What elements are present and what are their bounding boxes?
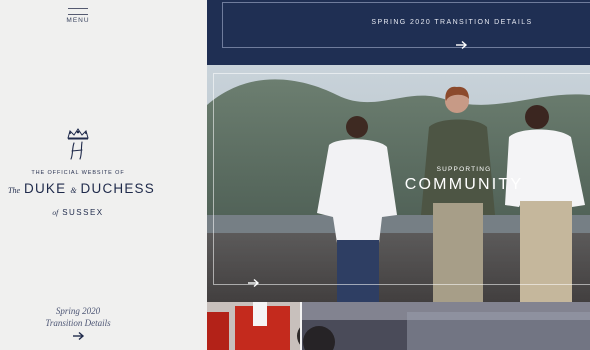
- strip-photos: [207, 302, 590, 350]
- subtitle-sussex: SUSSEX: [62, 208, 104, 217]
- official-website-line: THE OFFICIAL WEBSITE OF: [31, 170, 125, 176]
- arrow-right-icon[interactable]: [245, 278, 261, 288]
- title-duchess: DUCHESS: [80, 181, 155, 196]
- hero-subtitle: SUPPORTING: [436, 166, 492, 173]
- community-hero[interactable]: SUPPORTING COMMUNITY: [207, 65, 590, 302]
- title-prefix: The: [8, 186, 20, 195]
- sidebar: MENU THE OFFICIAL WEBSITE OF The DUKE & …: [0, 0, 208, 350]
- hero-title[interactable]: COMMUNITY: [389, 176, 539, 194]
- arrow-right-icon[interactable]: [453, 40, 469, 50]
- transition-banner[interactable]: SPRING 2020 TRANSITION DETAILS: [207, 0, 590, 65]
- subtitle-of: of: [52, 208, 59, 217]
- banner-label[interactable]: SPRING 2020 TRANSITION DETAILS: [367, 19, 537, 26]
- site-subtitle: of SUSSEX: [0, 202, 156, 220]
- bottom-image-strip[interactable]: [207, 302, 590, 350]
- title-ampersand: &: [70, 186, 77, 195]
- transition-link-line2[interactable]: Transition Details: [0, 318, 156, 328]
- hamburger-icon: [68, 8, 88, 9]
- hamburger-icon-line: [68, 14, 88, 15]
- royal-crest-icon: [67, 128, 89, 160]
- arrow-right-icon[interactable]: [70, 331, 86, 341]
- menu-label[interactable]: MENU: [60, 17, 96, 24]
- title-duke: DUKE: [24, 181, 67, 196]
- site-title[interactable]: The DUKE & DUCHESS: [8, 180, 158, 198]
- transition-link-line1[interactable]: Spring 2020: [0, 306, 156, 316]
- strip-divider: [300, 302, 302, 350]
